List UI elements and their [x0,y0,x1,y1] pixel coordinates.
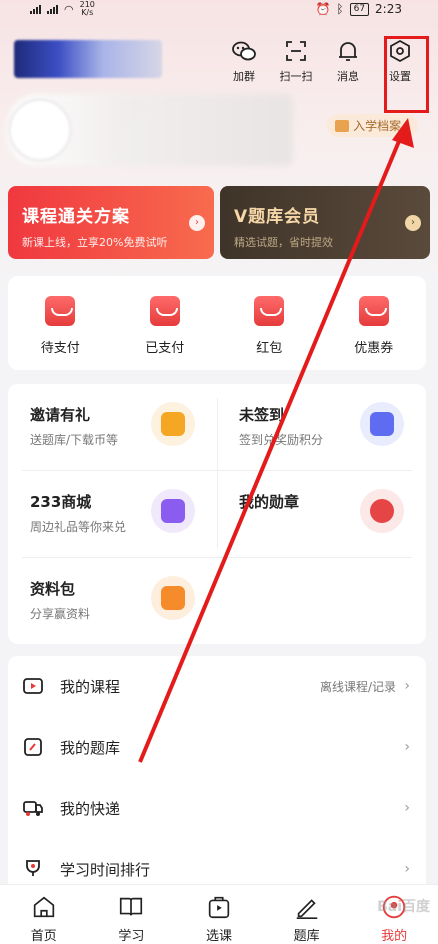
video-icon [23,678,43,694]
tab-label: 首页 [30,929,57,944]
orders-card: 待支付 已支付 红包 优惠券 [8,276,426,370]
sign-in-item[interactable]: 未签到 签到兑奖励积分 [217,384,426,470]
tab-label: 选课 [205,929,232,944]
chevron-right-icon: › [189,215,205,231]
promo-title: 课程通关方案 [22,207,130,227]
gift-icon [151,402,195,446]
net-speed: 210 K/s [80,1,95,17]
scan-icon [286,41,306,61]
divider [217,398,218,548]
paid-button[interactable]: 已支付 [125,296,205,370]
tab-question-bank[interactable]: 题库 [263,885,351,944]
chevron-right-icon: › [404,861,410,877]
order-label: 已支付 [145,341,185,356]
tab-home[interactable]: 首页 [0,885,88,944]
invite-gift-item[interactable]: 邀请有礼 送题库/下载币等 [8,384,217,470]
messages-button[interactable]: 消息 [322,38,374,84]
pending-payment-button[interactable]: 待支付 [20,296,100,370]
my-delivery-row[interactable]: 我的快递 › [8,778,426,838]
order-label: 红包 [256,341,283,356]
promo-title: V题库会员 [234,207,321,227]
promo-subtitle: 新课上线，立享20%免费试听 [22,236,168,249]
medals-item[interactable]: 我的勋章 [217,471,426,557]
signal-icon [30,4,41,14]
chevron-right-icon: › [404,739,410,755]
scan-label: 扫一扫 [279,70,313,83]
book-icon [120,897,143,916]
tab-label: 学习 [118,929,145,944]
scan-button[interactable]: 扫一扫 [270,38,322,84]
my-question-bank-row[interactable]: 我的题库 › [8,717,426,777]
course-bag-icon [208,896,230,919]
tab-courses[interactable]: 选课 [175,885,263,944]
chevron-right-icon: › [405,118,410,133]
net-speed-unit: K/s [81,8,94,17]
battery-level: 67 [349,2,370,16]
messages-label: 消息 [337,70,359,83]
materials-item[interactable]: 资料包 分享赢资料 [8,558,217,644]
bell-icon [339,42,357,61]
medal-icon [360,489,404,533]
bottom-nav: 首页 学习 选课 题库 我的 [0,884,438,944]
chevron-right-icon: › [405,215,421,231]
red-envelope-icon [254,296,285,326]
chevron-right-icon: › [404,800,410,816]
menu-list-card: 我的课程 离线课程/记录 › 我的题库 › 我的快递 › 学习时间排行 › [8,656,426,896]
tab-study[interactable]: 学习 [88,885,176,944]
trophy-icon [26,860,40,876]
coupon-button[interactable]: 优惠券 [334,296,414,370]
alarm-icon: ⏰ [315,2,331,16]
row-label: 我的题库 [60,738,121,757]
vip-bank-promo[interactable]: V题库会员 精选试题，省时提效 › [220,186,430,259]
divider [22,557,412,558]
home-icon [33,896,54,918]
red-envelope-button[interactable]: 红包 [229,296,309,370]
wechat-group-icon [232,41,256,61]
shop-item[interactable]: 233商城 周边礼品等你来兑 [8,471,217,557]
signal-icon-2 [47,4,58,14]
archive-label: 入学档案 [353,119,402,133]
join-group-label: 加群 [233,70,255,83]
tab-label: 我的 [381,929,408,944]
clock: 2:23 [375,2,402,16]
course-plan-promo[interactable]: 课程通关方案 新课上线，立享20%免费试听 › [8,186,214,259]
archive-button[interactable]: 入学档案 › [327,114,418,137]
blurred-banner [14,40,162,78]
divider [22,470,412,471]
row-extra: 离线课程/记录 [319,679,396,694]
row-label: 学习时间排行 [60,860,151,879]
order-label: 待支付 [40,341,80,356]
row-label: 我的快递 [60,799,121,818]
status-bar: ◠ 210 K/s ⏰ ᛒ 67 2:23 [0,0,438,22]
paid-wallet-icon [149,296,180,326]
archive-icon [335,119,350,132]
my-courses-row[interactable]: 我的课程 离线课程/记录 › [8,656,426,716]
annotation-box [384,36,429,113]
edit-icon [24,738,42,756]
promo-subtitle: 精选试题，省时提效 [234,236,333,249]
pen-icon [296,899,317,920]
watermark: Bai百度 [377,899,430,915]
row-label: 我的课程 [60,677,121,696]
features-card: 邀请有礼 送题库/下载币等 未签到 签到兑奖励积分 233商城 周边礼品等你来兑… [8,384,426,644]
avatar[interactable] [8,98,72,162]
join-group-button[interactable]: 加群 [218,38,270,84]
calendar-icon [360,402,404,446]
truck-icon [23,801,43,816]
pending-payment-icon [45,296,76,326]
bluetooth-icon: ᛒ [336,2,344,16]
chevron-right-icon: › [404,678,410,694]
wifi-icon: ◠ [64,2,74,16]
tab-label: 题库 [293,929,320,944]
order-label: 优惠券 [354,341,394,356]
pdf-folder-icon [151,576,195,620]
shop-icon [151,489,195,533]
coupon-icon [358,296,389,326]
